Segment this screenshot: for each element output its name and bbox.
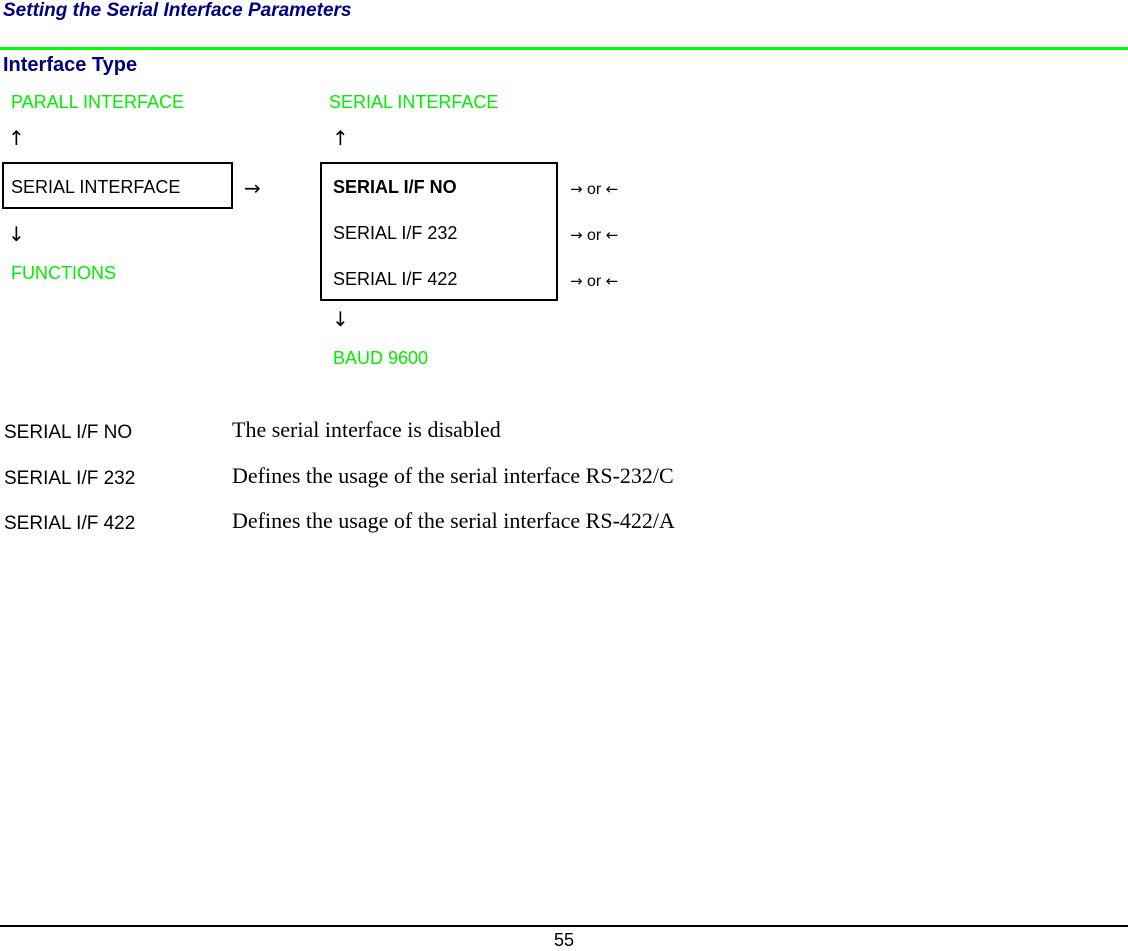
left-arrow-icon: ←: [605, 180, 619, 198]
footer-rule: [0, 925, 1128, 927]
definition-description: The serial interface is disabled: [232, 417, 501, 442]
menu-below-right: BAUD 9600: [333, 348, 429, 368]
definition-term: SERIAL I/F 422: [4, 513, 136, 534]
definition-term: SERIAL I/F NO: [4, 422, 133, 443]
option-hint: → or ←: [570, 226, 618, 245]
section-title: Interface Type: [3, 54, 138, 76]
right-arrow-icon: →: [570, 180, 583, 198]
down-arrow-icon: ↓: [8, 222, 25, 246]
option-hint: → or ←: [570, 272, 618, 291]
down-arrow-icon: ↓: [332, 307, 349, 331]
left-arrow-icon: ←: [605, 226, 619, 244]
up-arrow-icon: ↑: [8, 126, 25, 150]
definition-description: Defines the usage of the serial interfac…: [232, 463, 674, 488]
option-serial-if-232: SERIAL I/F 232: [333, 223, 458, 243]
definition-term: SERIAL I/F 232: [4, 468, 136, 489]
menu-below-left: FUNCTIONS: [11, 263, 116, 283]
right-arrow-icon: →: [570, 272, 583, 290]
right-arrow-icon: →: [244, 176, 261, 200]
current-menu-item: SERIAL INTERFACE: [11, 177, 181, 197]
or-label: or: [587, 181, 602, 198]
or-label: or: [587, 273, 602, 290]
menu-above-left: PARALL INTERFACE: [11, 92, 185, 112]
definition-description: Defines the usage of the serial interfac…: [232, 508, 675, 533]
option-hint: → or ←: [570, 180, 618, 199]
up-arrow-icon: ↑: [332, 126, 349, 150]
right-arrow-icon: →: [570, 226, 583, 244]
option-serial-if-422: SERIAL I/F 422: [333, 269, 458, 289]
or-label: or: [587, 227, 602, 244]
page-title: Setting the Serial Interface Parameters: [3, 0, 352, 21]
left-arrow-icon: ←: [605, 272, 619, 290]
option-serial-if-no: SERIAL I/F NO: [333, 177, 457, 197]
header-rule: [0, 47, 1128, 50]
menu-above-right: SERIAL INTERFACE: [329, 92, 499, 112]
